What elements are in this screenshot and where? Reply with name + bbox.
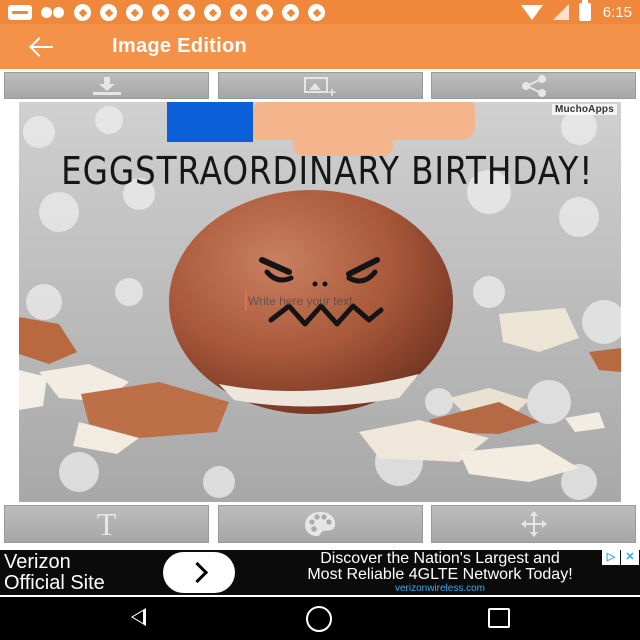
add-text-button[interactable]: T xyxy=(4,505,209,543)
top-toolbar: + xyxy=(0,72,640,99)
text-cursor xyxy=(245,292,247,310)
ad-banner[interactable]: Verizon Official Site Discover the Natio… xyxy=(0,550,640,595)
screen: 6:15 Image Edition + MuchoApps EGGSTRAOR… xyxy=(0,0,640,640)
soccer-ball-icon xyxy=(230,3,247,21)
battery-icon xyxy=(578,0,591,21)
download-icon xyxy=(91,76,123,96)
image-canvas[interactable]: MuchoApps EGGSTRAORDINARY BIRTHDAY! Writ… xyxy=(19,102,621,502)
ad-url[interactable]: verizonwireless.com xyxy=(240,583,640,594)
soccer-ball-icon xyxy=(204,3,221,21)
soccer-ball-icon xyxy=(256,3,273,21)
nav-bar xyxy=(0,597,640,640)
app-bar: Image Edition xyxy=(0,24,640,69)
download-button[interactable] xyxy=(4,72,209,99)
text-overlay-field[interactable]: Write here your text xyxy=(248,294,352,308)
watermark: MuchoApps xyxy=(551,104,617,115)
ad-headline-line2: Most Reliable 4GLTE Network Today! xyxy=(307,566,573,583)
bottom-toolbar: T xyxy=(0,505,640,543)
color-button[interactable] xyxy=(217,505,423,543)
ad-open-button[interactable] xyxy=(163,552,235,593)
message-icon xyxy=(8,4,32,20)
nav-back-icon[interactable] xyxy=(131,608,146,626)
ad-choices[interactable]: ▷ ✕ xyxy=(602,550,639,565)
share-icon xyxy=(521,74,546,97)
image-headline: EGGSTRAORDINARY BIRTHDAY! xyxy=(61,149,594,193)
soccer-ball-icon xyxy=(178,3,195,21)
ad-close-icon[interactable]: ✕ xyxy=(621,550,639,565)
add-image-icon: + xyxy=(302,75,338,99)
ad-headline-line1: Discover the Nation's Largest and xyxy=(320,550,560,567)
soccer-ball-icon xyxy=(74,3,91,21)
group-icon xyxy=(41,5,65,19)
page-title: Image Edition xyxy=(112,35,248,57)
sticker-blue-block xyxy=(167,102,253,142)
move-icon xyxy=(520,511,547,537)
soccer-ball-icon xyxy=(282,3,299,21)
ad-advertiser-line2: Official Site xyxy=(4,572,105,594)
notification-icons xyxy=(8,3,325,21)
soccer-ball-icon xyxy=(126,3,143,21)
nav-recents-icon[interactable] xyxy=(488,608,510,628)
soccer-ball-icon xyxy=(100,3,117,21)
soccer-ball-icon xyxy=(152,3,169,21)
text-icon: T xyxy=(96,505,117,542)
palette-icon xyxy=(305,512,336,536)
ad-advertiser: Verizon Official Site xyxy=(4,552,105,594)
ad-advertiser-line1: Verizon xyxy=(4,551,71,573)
share-button[interactable] xyxy=(431,72,636,99)
signal-icon xyxy=(552,4,569,20)
back-arrow-icon[interactable] xyxy=(28,32,64,62)
status-bar: 6:15 xyxy=(0,0,640,24)
ad-choices-icon[interactable]: ▷ xyxy=(602,550,620,565)
ad-headline: Discover the Nation's Largest and Most R… xyxy=(240,551,640,583)
status-time: 6:15 xyxy=(602,3,632,21)
nav-home-icon[interactable] xyxy=(306,606,332,632)
system-icons: 6:15 xyxy=(520,0,632,21)
soccer-ball-icon xyxy=(308,3,325,21)
add-image-button[interactable]: + xyxy=(217,72,423,99)
move-button[interactable] xyxy=(431,505,636,543)
wifi-icon xyxy=(520,4,543,20)
sticker-hand-block xyxy=(253,102,475,156)
